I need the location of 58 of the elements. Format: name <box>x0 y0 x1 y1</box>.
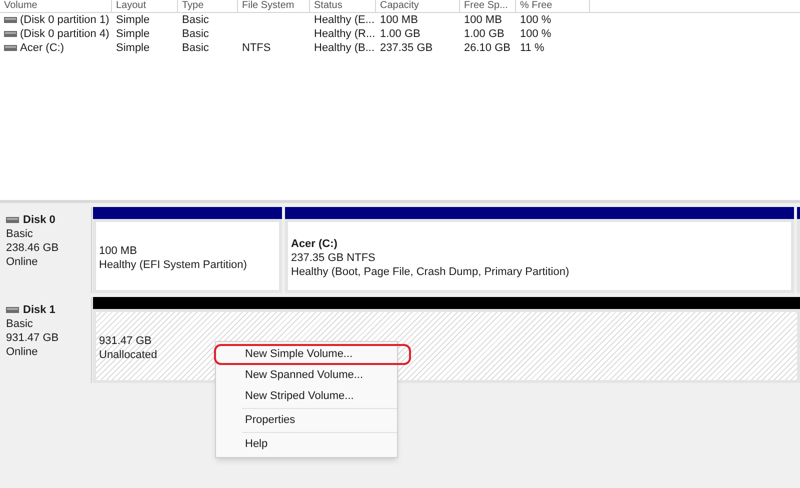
table-cell-text: 100 MB <box>464 12 502 28</box>
partition-title: Acer (C:) <box>291 237 338 251</box>
partition-size: 931.47 GB <box>99 334 152 348</box>
table-cell-text: 1.00 GB <box>464 26 504 42</box>
column-header[interactable]: Capacity <box>380 0 419 11</box>
menu-item[interactable]: Help <box>216 434 397 455</box>
table-cell-text: Basic <box>182 26 209 42</box>
disk-type: Basic <box>6 317 34 331</box>
table-cell-text: Basic <box>182 12 209 28</box>
partition-size: 100 MB <box>99 244 137 258</box>
column-header[interactable]: Volume <box>4 0 38 11</box>
table-cell-text: 237.35 GB <box>380 40 433 56</box>
partition-status: Healthy (EFI System Partition) <box>99 258 247 272</box>
partition-area[interactable]: 100 MB Healthy (EFI System Partition) <box>93 219 282 293</box>
table-cell-text: Healthy (E... <box>314 12 375 28</box>
disk-status: Online <box>6 345 39 359</box>
disk-icon <box>6 307 19 313</box>
menu-item[interactable]: New Striped Volume... <box>216 386 397 407</box>
table-cell-text: 26.10 GB <box>464 40 510 56</box>
partition-status: Healthy (Boot, Page File, Crash Dump, Primary Partition) <box>291 265 570 279</box>
menu-item[interactable]: New Simple Volume... <box>214 344 411 365</box>
partition-size: 237.35 GB NTFS <box>291 251 376 265</box>
disk-icon <box>4 31 17 37</box>
disk-name: Disk 0 <box>23 213 56 227</box>
table-cell-text: Basic <box>182 40 209 56</box>
table-cell-text: Simple <box>116 26 150 42</box>
disk-size: 238.46 GB <box>6 241 60 255</box>
table-cell-text: (Disk 0 partition 4) <box>20 26 110 42</box>
column-header[interactable]: Type <box>182 0 204 11</box>
partition-status: Unallocated <box>99 348 158 362</box>
partition-area[interactable]: Acer (C:) 237.35 GB NTFS Healthy (Boot, Page File, Crash Dump, Primary Partition) <box>285 219 794 293</box>
table-cell-text: 11 % <box>520 40 544 56</box>
table-cell-text: (Disk 0 partition 1) <box>20 12 110 28</box>
disk-size: 931.47 GB <box>6 331 60 345</box>
menu-item[interactable]: Properties <box>216 410 397 431</box>
menu-item[interactable]: New Spanned Volume... <box>216 365 397 386</box>
column-header[interactable]: File System <box>242 0 294 11</box>
column-header[interactable]: % Free <box>520 0 552 11</box>
disk-icon <box>4 45 17 51</box>
column-header[interactable]: Layout <box>116 0 146 11</box>
table-cell-text: Simple <box>116 40 150 56</box>
table-cell-text: 100 % <box>520 26 552 42</box>
disk-status: Online <box>6 255 39 269</box>
table-cell-text: 1.00 GB <box>380 26 420 42</box>
disk-icon <box>4 17 17 23</box>
table-cell-text: NTFS <box>242 40 271 56</box>
column-header[interactable]: Free Sp... <box>464 0 508 11</box>
disk-icon <box>6 217 19 223</box>
table-cell-text: 100 MB <box>380 12 418 28</box>
table-cell-text: Healthy (R... <box>314 26 376 42</box>
column-header[interactable]: Status <box>314 0 342 11</box>
table-cell-text: Healthy (B... <box>314 40 375 56</box>
table-cell-text: 100 % <box>520 12 552 28</box>
table-cell-text: Acer (C:) <box>20 40 64 56</box>
table-cell-text: Simple <box>116 12 150 28</box>
disk-type: Basic <box>6 227 34 241</box>
partition-bar <box>797 207 800 219</box>
disk-name: Disk 1 <box>23 303 56 317</box>
